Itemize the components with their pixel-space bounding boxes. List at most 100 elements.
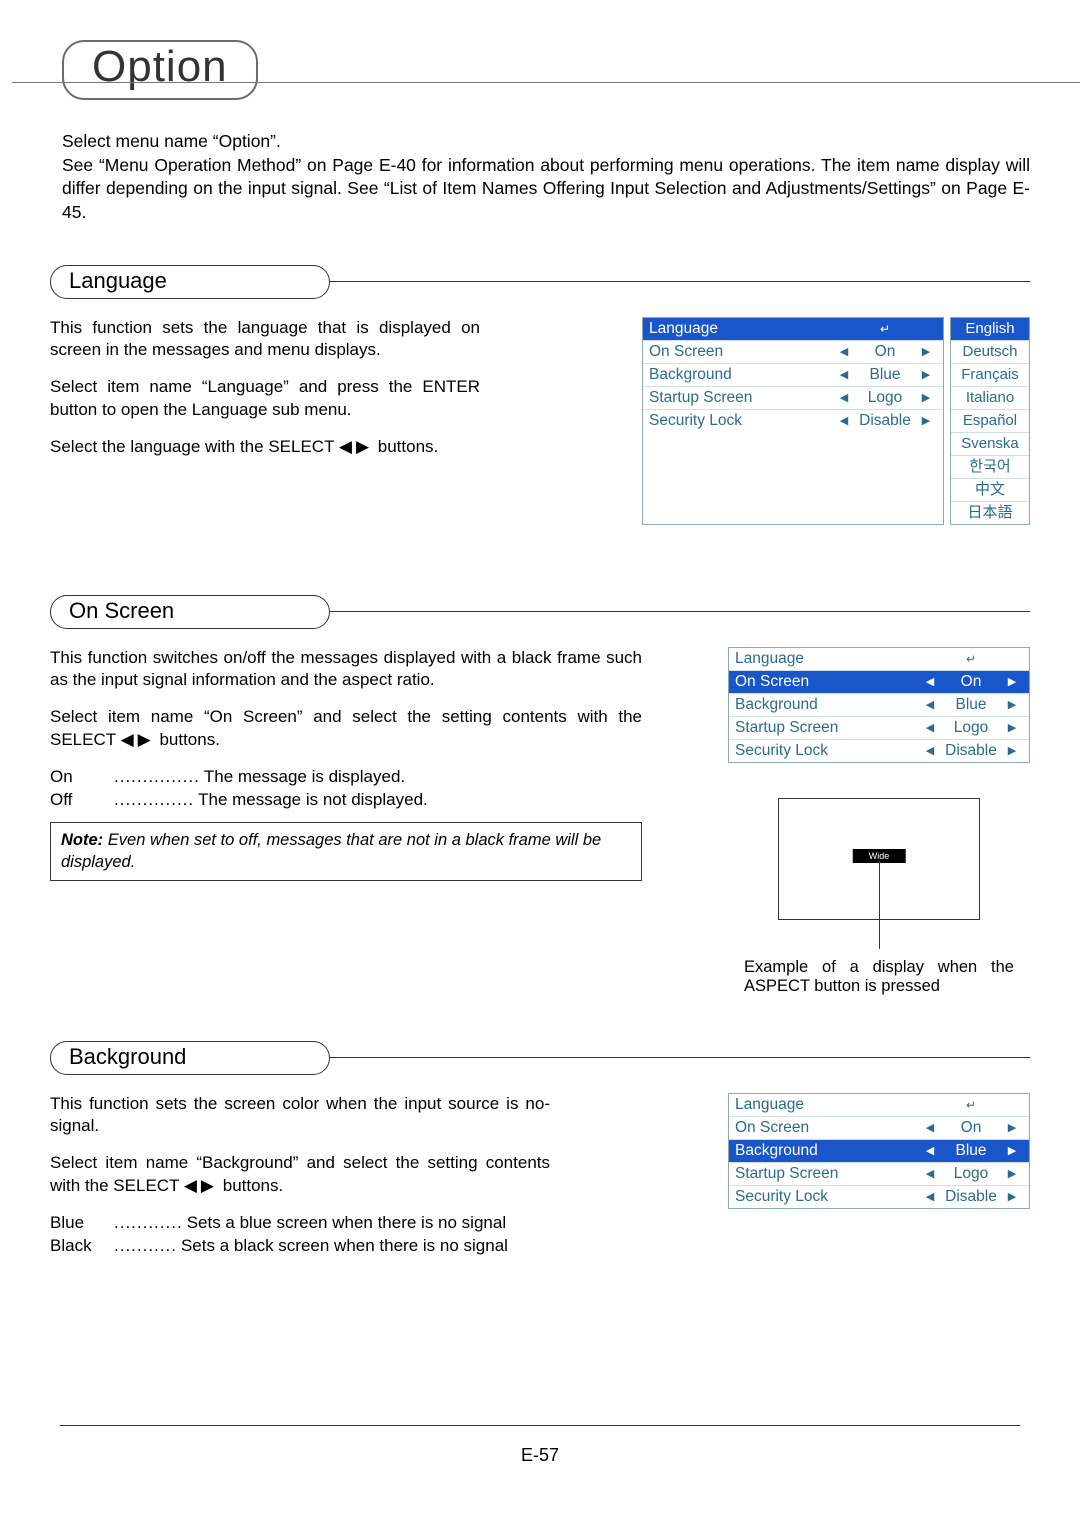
option-blue: Blue ............ Sets a blue screen whe…: [50, 1212, 550, 1235]
option-off: Off .............. The message is not di…: [50, 789, 642, 812]
pointer-line: [879, 861, 880, 949]
osd-row-label: Security Lock: [735, 1188, 919, 1206]
language-option[interactable]: 中文: [951, 479, 1029, 502]
background-right: Language↵On Screen◀On▶Background◀Blue▶St…: [728, 1093, 1030, 1209]
section-rule: [330, 281, 1030, 282]
osd-row-value: Logo: [954, 1165, 988, 1183]
enter-icon: ↵: [966, 652, 976, 666]
triangle-left-icon: ◀: [840, 391, 848, 404]
osd-row-value: On: [961, 1119, 982, 1137]
option-label: Blue: [50, 1212, 110, 1235]
osd-row[interactable]: On Screen ◀ On ▶: [729, 671, 1029, 694]
background-p2-post: buttons.: [223, 1176, 284, 1195]
osd-row[interactable]: On Screen◀On▶: [729, 1117, 1029, 1140]
triangle-left-icon: ◀: [926, 1167, 934, 1180]
language-option[interactable]: Español: [951, 410, 1029, 433]
footer-rule: [60, 1425, 1020, 1426]
onscreen-p2-post: buttons.: [159, 730, 220, 749]
triangle-left-icon: ◀: [926, 744, 934, 757]
osd-menu-background: Language↵On Screen◀On▶Background◀Blue▶St…: [728, 1093, 1030, 1209]
triangle-right-icon: ▶: [1008, 1190, 1016, 1203]
osd-row[interactable]: Security Lock◀Disable▶: [643, 410, 943, 432]
osd-row-label: Startup Screen: [735, 719, 919, 737]
osd-row[interactable]: Language↵: [729, 648, 1029, 671]
triangle-right-icon: ▶: [1008, 675, 1016, 688]
osd-row-value: Disable: [945, 1188, 997, 1206]
osd-row-value: Logo: [954, 719, 988, 737]
osd-row-label: Language: [735, 1096, 919, 1114]
triangle-right-icon: ▶: [1008, 744, 1016, 757]
language-p3-pre: Select the language with the SELECT: [50, 437, 339, 456]
triangle-left-icon: ◀: [926, 675, 934, 688]
language-option[interactable]: 한국어: [951, 456, 1029, 479]
osd-row[interactable]: On Screen◀On▶: [643, 341, 943, 364]
dots: ...........: [110, 1235, 181, 1258]
osd-row-value: On: [875, 343, 896, 361]
title-rule: [12, 82, 1080, 83]
osd-row-label: Startup Screen: [649, 389, 833, 407]
osd-row-label: On Screen: [649, 343, 833, 361]
option-desc: Sets a black screen when there is no sig…: [181, 1235, 550, 1258]
osd-row-value: Blue: [869, 366, 900, 384]
language-osd-group: Language↵On Screen◀On▶Background◀Blue▶St…: [642, 317, 1030, 525]
osd-row-label: Background: [735, 696, 919, 714]
language-option[interactable]: Italiano: [951, 387, 1029, 410]
osd-row[interactable]: Security Lock ◀ Disable ▶: [729, 1186, 1029, 1208]
option-label: Black: [50, 1235, 110, 1258]
osd-row-label: Background: [649, 366, 833, 384]
option-desc: The message is not displayed.: [198, 789, 642, 812]
option-desc: Sets a blue screen when there is no sign…: [187, 1212, 550, 1235]
osd-row[interactable]: Background◀Blue▶: [729, 694, 1029, 717]
section-heading: Background: [50, 1041, 330, 1075]
enter-icon: ↵: [966, 1098, 976, 1112]
language-option[interactable]: Deutsch: [951, 341, 1029, 364]
osd-row-label: On Screen: [735, 673, 919, 691]
triangle-right-icon: ▶: [922, 368, 930, 381]
language-option[interactable]: Svenska: [951, 433, 1029, 456]
language-text: This function sets the language that is …: [50, 317, 480, 474]
note-box: Note: Even when set to off, messages tha…: [50, 822, 642, 881]
osd-row[interactable]: Language↵: [643, 318, 943, 341]
osd-row[interactable]: Startup Screen◀Logo▶: [643, 387, 943, 410]
dots: ..............: [110, 789, 198, 812]
language-option[interactable]: English: [951, 318, 1029, 341]
select-arrows-icon: ◀▶: [184, 1176, 218, 1195]
onscreen-p2: Select item name “On Screen” and select …: [50, 706, 642, 752]
background-p2-pre: Select item name “Background” and select…: [50, 1153, 550, 1195]
onscreen-right: Language↵On Screen◀On▶Background◀Blue▶St…: [728, 647, 1030, 996]
triangle-right-icon: ▶: [922, 345, 930, 358]
intro-line-2: See “Menu Operation Method” on Page E-40…: [62, 154, 1030, 225]
osd-row[interactable]: Background◀Blue▶: [643, 364, 943, 387]
osd-row[interactable]: Security Lock◀Disable▶: [729, 740, 1029, 762]
osd-row-value: Disable: [945, 742, 997, 760]
language-option[interactable]: 日本語: [951, 502, 1029, 524]
triangle-right-icon: ▶: [1008, 1167, 1016, 1180]
osd-row[interactable]: Language ↵: [729, 1094, 1029, 1117]
wide-preview-block: Wide Example of a display when the ASPEC…: [728, 798, 1030, 996]
intro-line-1: Select menu name “Option”.: [62, 130, 1030, 154]
background-p2: Select item name “Background” and select…: [50, 1152, 550, 1198]
osd-menu-language: Language↵On Screen◀On▶Background◀Blue▶St…: [642, 317, 944, 525]
osd-row-label: Security Lock: [649, 412, 833, 430]
triangle-left-icon: ◀: [926, 1121, 934, 1134]
dots: ............: [110, 1212, 187, 1235]
triangle-right-icon: ▶: [1008, 721, 1016, 734]
osd-row[interactable]: Background◀Blue▶: [729, 1140, 1029, 1163]
osd-row[interactable]: Startup Screen◀Logo▶: [729, 717, 1029, 740]
triangle-right-icon: ▶: [922, 414, 930, 427]
section-heading: On Screen: [50, 595, 330, 629]
triangle-right-icon: ▶: [1008, 1144, 1016, 1157]
language-p3-post: buttons.: [378, 437, 439, 456]
triangle-left-icon: ◀: [926, 1144, 934, 1157]
triangle-left-icon: ◀: [926, 1190, 934, 1203]
language-option[interactable]: Français: [951, 364, 1029, 387]
section-onscreen: On Screen This function switches on/off …: [50, 595, 1030, 996]
osd-row-label: Language: [649, 320, 833, 338]
page-number: E-57: [0, 1445, 1080, 1466]
osd-row[interactable]: Startup Screen◀Logo▶: [729, 1163, 1029, 1186]
language-p3: Select the language with the SELECT ◀▶ b…: [50, 436, 480, 459]
osd-row-value: On: [961, 673, 982, 691]
section-rule: [330, 1057, 1030, 1058]
option-label: On: [50, 766, 110, 789]
osd-row-value: Blue: [955, 696, 986, 714]
